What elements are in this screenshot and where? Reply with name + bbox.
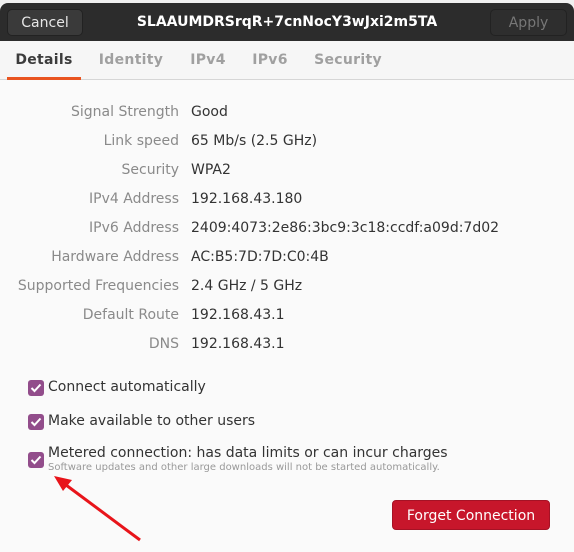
connect-automatically-label[interactable]: Connect automatically <box>48 379 206 395</box>
detail-label: Default Route <box>82 307 179 323</box>
metered-connection-label[interactable]: Metered connection: has data limits or c… <box>48 445 448 461</box>
detail-label: IPv6 Address <box>89 220 179 236</box>
detail-value: 65 Mb/s (2.5 GHz) <box>191 133 318 149</box>
metered-connection-checkbox[interactable] <box>28 452 44 468</box>
detail-row: Signal Strength Good <box>0 104 574 124</box>
detail-row: Link speed 65 Mb/s (2.5 GHz) <box>0 133 574 153</box>
available-to-others-label[interactable]: Make available to other users <box>48 413 255 429</box>
detail-label: Supported Frequencies <box>17 278 179 294</box>
detail-value: 192.168.43.1 <box>191 336 285 352</box>
tab-bar: Details Identity IPv4 IPv6 Security <box>0 41 574 80</box>
checkmark-icon <box>30 455 42 465</box>
header-bar: SLAAUMDRSrqR+7cnNocY3wJxi2m5TA Cancel Ap… <box>0 3 574 41</box>
apply-button[interactable]: Apply <box>490 9 567 36</box>
detail-row: DNS 192.168.43.1 <box>0 336 574 356</box>
detail-label: DNS <box>148 336 179 352</box>
connect-automatically-checkbox[interactable] <box>28 380 44 396</box>
tab-security[interactable]: Security <box>310 41 386 79</box>
detail-label: Hardware Address <box>51 249 179 265</box>
metered-connection-hint: Software updates and other large downloa… <box>48 462 440 473</box>
detail-label: IPv4 Address <box>89 191 179 207</box>
detail-row: Default Route 192.168.43.1 <box>0 307 574 327</box>
dialog-title: SLAAUMDRSrqR+7cnNocY3wJxi2m5TA <box>136 14 438 30</box>
detail-row: Hardware Address AC:B5:7D:7D:C0:4B <box>0 249 574 269</box>
detail-value: 2409:4073:2e86:3bc9:3c18:ccdf:a09d:7d02 <box>191 220 500 236</box>
tab-ipv4[interactable]: IPv4 <box>184 41 232 79</box>
checkmark-icon <box>30 383 42 393</box>
detail-label: Link speed <box>103 133 179 149</box>
detail-value: AC:B5:7D:7D:C0:4B <box>191 249 329 265</box>
detail-value: 192.168.43.180 <box>191 191 303 207</box>
tab-identity[interactable]: Identity <box>95 41 167 79</box>
detail-value: 192.168.43.1 <box>191 307 285 323</box>
detail-row: Supported Frequencies 2.4 GHz / 5 GHz <box>0 278 574 298</box>
forget-connection-button[interactable]: Forget Connection <box>392 500 550 530</box>
detail-value: 2.4 GHz / 5 GHz <box>191 278 303 294</box>
checkmark-icon <box>30 417 42 427</box>
detail-row: IPv6 Address 2409:4073:2e86:3bc9:3c18:cc… <box>0 220 574 240</box>
detail-label: Signal Strength <box>70 104 179 120</box>
detail-label: Security <box>121 162 180 178</box>
detail-value: Good <box>191 104 228 120</box>
available-to-others-checkbox[interactable] <box>28 414 44 430</box>
tab-details[interactable]: Details <box>7 41 81 80</box>
detail-value: WPA2 <box>191 162 231 178</box>
cancel-button[interactable]: Cancel <box>7 9 83 36</box>
detail-row: IPv4 Address 192.168.43.180 <box>0 191 574 211</box>
tab-ipv6[interactable]: IPv6 <box>246 41 294 79</box>
detail-row: Security WPA2 <box>0 162 574 182</box>
